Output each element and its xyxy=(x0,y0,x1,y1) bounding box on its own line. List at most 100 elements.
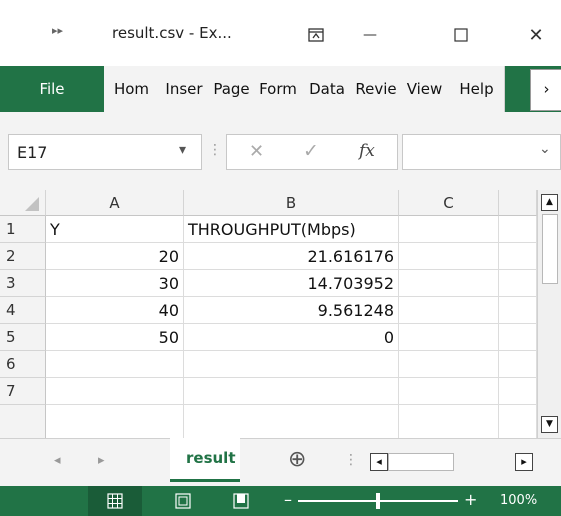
row-header-4[interactable]: 4 xyxy=(0,297,46,324)
formula-input[interactable]: ⌄ xyxy=(402,134,561,170)
page-break-view-button[interactable] xyxy=(226,486,256,516)
maximize-icon xyxy=(454,28,468,42)
vertical-scrollbar[interactable]: ▲ ▼ xyxy=(537,190,561,438)
close-button[interactable]: ✕ xyxy=(520,22,552,48)
sheet-tab-result[interactable]: result xyxy=(170,438,240,482)
select-all-corner[interactable] xyxy=(0,190,46,216)
row-header-3[interactable]: 3 xyxy=(0,270,46,297)
zoom-slider[interactable] xyxy=(298,493,458,509)
row-header-2[interactable]: 2 xyxy=(0,243,46,270)
cell-b2[interactable]: 21.616176 xyxy=(184,243,399,270)
cell-d1[interactable] xyxy=(499,216,537,243)
cell-c8[interactable] xyxy=(399,405,499,438)
quick-access-icon[interactable]: ▸▸ xyxy=(52,24,63,37)
name-box[interactable]: E17 ▾ xyxy=(8,134,202,170)
arrow-right-icon: ▸ xyxy=(521,455,527,468)
scroll-down-button[interactable]: ▼ xyxy=(541,416,558,433)
cell-a3[interactable]: 30 xyxy=(46,270,184,297)
cell-a2[interactable]: 20 xyxy=(46,243,184,270)
column-header-a[interactable]: A xyxy=(46,190,184,216)
horizontal-scrollbar[interactable] xyxy=(388,453,454,471)
maximize-button[interactable] xyxy=(446,22,476,48)
cell-c3[interactable] xyxy=(399,270,499,297)
cell-b8[interactable] xyxy=(184,405,399,438)
cell-d4[interactable] xyxy=(499,297,537,324)
cell-c2[interactable] xyxy=(399,243,499,270)
cell-d7[interactable] xyxy=(499,378,537,405)
cell-c4[interactable] xyxy=(399,297,499,324)
status-bar: – + 100% xyxy=(0,486,561,516)
row-header-7[interactable]: 7 xyxy=(0,378,46,405)
formula-bar-dots-icon: ⋮ xyxy=(208,142,222,158)
cell-c1[interactable] xyxy=(399,216,499,243)
cell-c7[interactable] xyxy=(399,378,499,405)
cell-b3[interactable]: 14.703952 xyxy=(184,270,399,297)
cell-a1[interactable]: Y xyxy=(46,216,184,243)
cell-d3[interactable] xyxy=(499,270,537,297)
window-title: result.csv - Ex... xyxy=(112,24,232,42)
name-box-dropdown-icon[interactable]: ▾ xyxy=(179,142,186,158)
tab-file[interactable]: File xyxy=(0,66,104,112)
chevron-right-icon: › xyxy=(543,80,550,98)
scroll-thumb[interactable] xyxy=(542,214,558,284)
zoom-slider-thumb[interactable] xyxy=(376,493,380,509)
cell-d2[interactable] xyxy=(499,243,537,270)
cell-b1[interactable]: THROUGHPUT(Mbps) xyxy=(184,216,399,243)
sheet-prev-icon[interactable]: ◂ xyxy=(54,453,61,468)
hscroll-left-button[interactable]: ◂ xyxy=(370,453,388,471)
page-break-icon xyxy=(233,493,249,509)
ribbon-scroll-right-button[interactable]: › xyxy=(530,69,561,111)
page-layout-icon xyxy=(175,493,191,509)
row-header-5[interactable]: 5 xyxy=(0,324,46,351)
sheet-next-icon[interactable]: ▸ xyxy=(98,453,105,468)
insert-function-icon[interactable]: fx xyxy=(359,141,375,161)
cell-b6[interactable] xyxy=(184,351,399,378)
cell-b7[interactable] xyxy=(184,378,399,405)
tab-formulas[interactable]: Form xyxy=(254,66,303,112)
cell-a8[interactable] xyxy=(46,405,184,438)
row-header-6[interactable]: 6 xyxy=(0,351,46,378)
tab-data[interactable]: Data xyxy=(302,66,353,112)
hscroll-right-button[interactable]: ▸ xyxy=(515,453,533,471)
sheet-bar-dots-icon: ⋮ xyxy=(344,452,358,468)
close-icon: ✕ xyxy=(528,24,544,46)
cell-a4[interactable]: 40 xyxy=(46,297,184,324)
cell-a5[interactable]: 50 xyxy=(46,324,184,351)
enter-icon[interactable]: ✓ xyxy=(303,140,319,162)
cell-a7[interactable] xyxy=(46,378,184,405)
cell-d8[interactable] xyxy=(499,405,537,438)
arrow-up-icon: ▲ xyxy=(546,197,553,207)
tab-page-layout[interactable]: Page xyxy=(209,66,255,112)
cell-d6[interactable] xyxy=(499,351,537,378)
tab-help[interactable]: Help xyxy=(449,66,505,112)
cell-c6[interactable] xyxy=(399,351,499,378)
row-header-1[interactable]: 1 xyxy=(0,216,46,243)
tab-review[interactable]: Revie xyxy=(352,66,401,112)
arrow-left-icon: ◂ xyxy=(376,455,382,468)
column-header-c[interactable]: C xyxy=(399,190,499,216)
new-sheet-icon[interactable]: ⊕ xyxy=(288,447,306,472)
scroll-up-button[interactable]: ▲ xyxy=(541,194,558,211)
normal-view-button[interactable] xyxy=(88,486,142,516)
arrow-down-icon: ▼ xyxy=(546,419,553,429)
zoom-out-button[interactable]: – xyxy=(284,490,292,509)
ribbon-display-options-icon[interactable] xyxy=(303,22,329,48)
cell-b5[interactable]: 0 xyxy=(184,324,399,351)
cell-a6[interactable] xyxy=(46,351,184,378)
zoom-in-button[interactable]: + xyxy=(464,490,477,509)
zoom-level[interactable]: 100% xyxy=(500,493,537,508)
column-header-d[interactable] xyxy=(499,190,537,216)
cell-b4[interactable]: 9.561248 xyxy=(184,297,399,324)
expand-formula-bar-icon[interactable]: ⌄ xyxy=(539,141,551,157)
cell-c5[interactable] xyxy=(399,324,499,351)
minimize-icon: — xyxy=(363,27,377,43)
tab-home[interactable]: Hom xyxy=(104,66,160,112)
column-header-b[interactable]: B xyxy=(184,190,399,216)
cancel-icon[interactable]: ✕ xyxy=(249,141,264,162)
cell-d5[interactable] xyxy=(499,324,537,351)
minimize-button[interactable]: — xyxy=(355,22,385,48)
tab-view[interactable]: View xyxy=(400,66,450,112)
row-header-8[interactable] xyxy=(0,405,46,438)
page-layout-view-button[interactable] xyxy=(168,486,198,516)
tab-insert[interactable]: Inser xyxy=(159,66,210,112)
